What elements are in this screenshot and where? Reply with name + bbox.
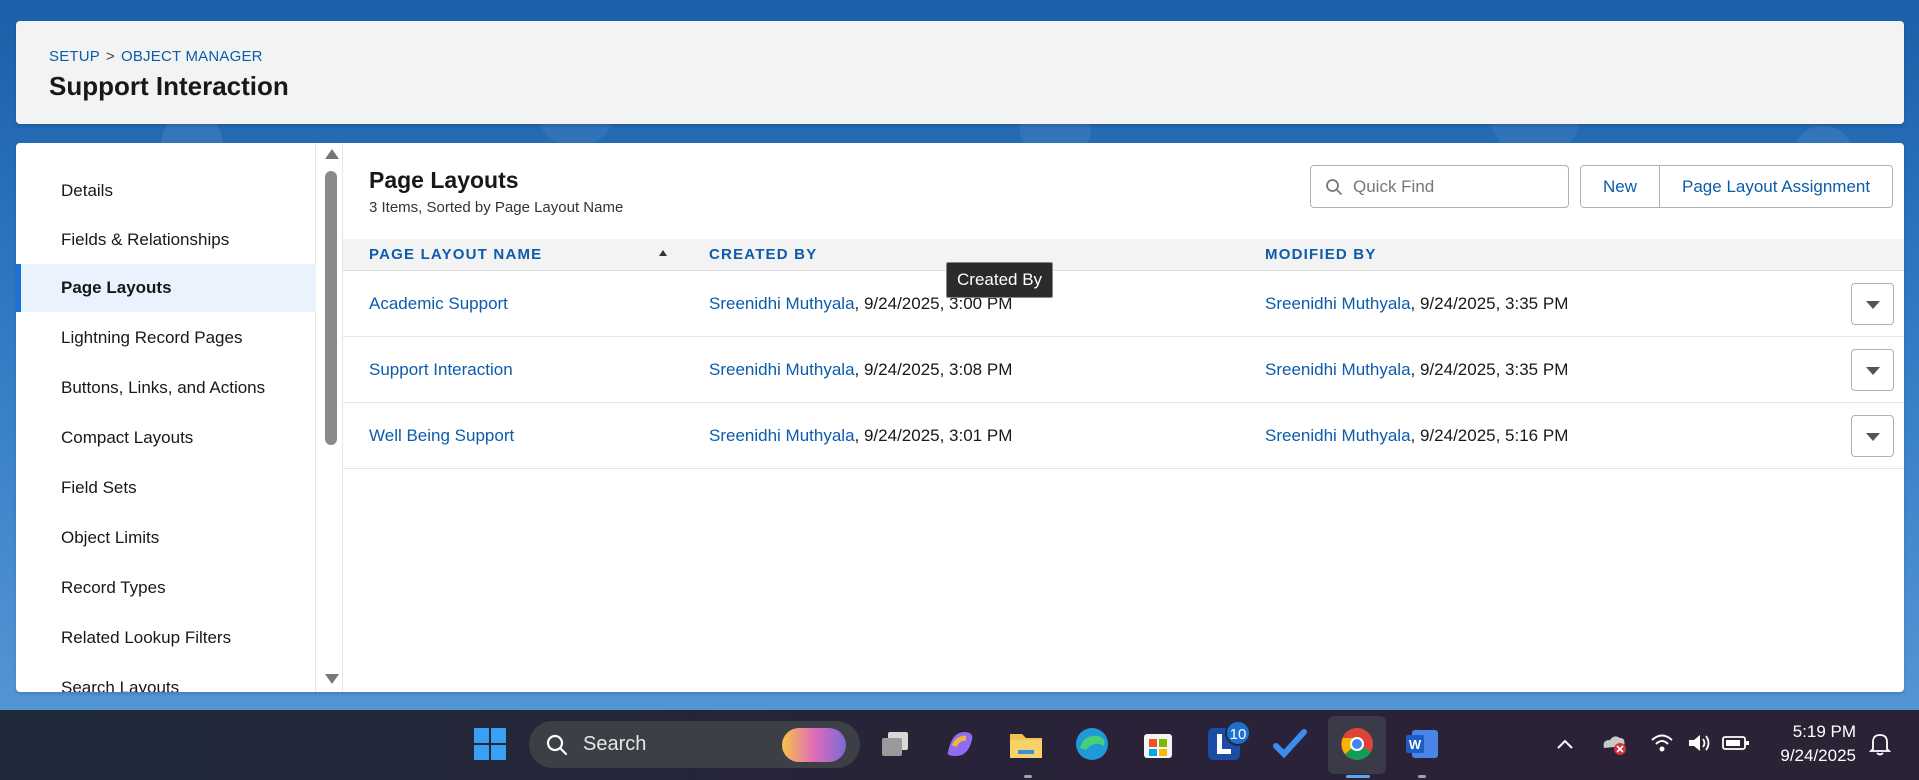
windows-start-icon[interactable]	[470, 724, 510, 764]
modified-by-cell: Sreenidhi Muthyala, 9/24/2025, 3:35 PM	[1265, 271, 1568, 337]
chevron-down-icon	[1866, 367, 1880, 375]
taskbar-search-label: Search	[583, 733, 647, 755]
row-actions-button[interactable]	[1851, 349, 1894, 391]
sidebar-item-details[interactable]: Details	[16, 167, 316, 215]
sidebar-item-fields-relationships[interactable]: Fields & Relationships	[16, 216, 316, 264]
layout-name-link[interactable]: Support Interaction	[369, 337, 513, 403]
sidebar-item-related-lookup-filters[interactable]: Related Lookup Filters	[16, 614, 316, 662]
modified-by-user-link[interactable]: Sreenidhi Muthyala	[1265, 426, 1411, 445]
explorer-running-indicator	[1024, 775, 1032, 778]
search-highlight-icon	[782, 728, 846, 762]
table-header: PAGE LAYOUT NAME CREATED BY MODIFIED BY	[343, 239, 1904, 271]
sidebar-item-object-limits[interactable]: Object Limits	[16, 514, 316, 562]
modified-date: , 9/24/2025, 3:35 PM	[1410, 294, 1569, 313]
modified-by-user-link[interactable]: Sreenidhi Muthyala	[1265, 360, 1411, 379]
created-by-user-link[interactable]: Sreenidhi Muthyala	[709, 360, 855, 379]
row-actions-button[interactable]	[1851, 415, 1894, 457]
created-by-user-link[interactable]: Sreenidhi Muthyala	[709, 426, 855, 445]
column-header-modified-by[interactable]: MODIFIED BY	[1265, 239, 1377, 271]
battery-icon[interactable]	[1722, 734, 1750, 752]
layout-name-link[interactable]: Academic Support	[369, 271, 508, 337]
sidebar-item-lightning-record-pages[interactable]: Lightning Record Pages	[16, 314, 316, 362]
notification-badge: 10	[1225, 720, 1251, 746]
microsoft-store-icon[interactable]	[1138, 724, 1178, 764]
column-header-created-by[interactable]: CREATED BY	[709, 239, 817, 271]
modified-by-user-link[interactable]: Sreenidhi Muthyala	[1265, 294, 1411, 313]
table-row: Support Interaction Sreenidhi Muthyala, …	[343, 337, 1904, 403]
sort-ascending-icon[interactable]	[659, 250, 667, 256]
created-by-user-link[interactable]: Sreenidhi Muthyala	[709, 294, 855, 313]
word-icon[interactable]: W	[1402, 724, 1442, 764]
volume-icon[interactable]	[1686, 732, 1712, 754]
clock-time: 5:19 PM	[1792, 722, 1856, 741]
sidebar-item-record-types[interactable]: Record Types	[16, 564, 316, 612]
breadcrumb-separator: >	[106, 48, 115, 65]
main-panel: Details Fields & Relationships Page Layo…	[16, 143, 1904, 692]
file-explorer-icon[interactable]	[1006, 724, 1046, 764]
header-button-group: New Page Layout Assignment	[1580, 165, 1894, 208]
page-title: Support Interaction	[49, 71, 289, 101]
content-title: Page Layouts	[369, 167, 519, 193]
row-actions-button[interactable]	[1851, 283, 1894, 325]
sidebar-item-field-sets[interactable]: Field Sets	[16, 464, 316, 512]
sidebar-scrollbar[interactable]	[320, 143, 342, 692]
breadcrumb: SETUP > OBJECT MANAGER	[49, 48, 263, 65]
todo-icon[interactable]	[1270, 724, 1310, 764]
copilot-icon[interactable]	[940, 724, 980, 764]
created-date: , 9/24/2025, 3:01 PM	[854, 426, 1013, 445]
sidebar-item-compact-layouts[interactable]: Compact Layouts	[16, 414, 316, 462]
modified-by-cell: Sreenidhi Muthyala, 9/24/2025, 3:35 PM	[1265, 337, 1568, 403]
modified-date: , 9/24/2025, 5:16 PM	[1410, 426, 1569, 445]
taskbar-search[interactable]: Search	[529, 721, 860, 768]
chevron-down-icon	[1866, 433, 1880, 441]
page-layouts-content: Page Layouts 3 Items, Sorted by Page Lay…	[342, 143, 1904, 692]
clock-date: 9/24/2025	[1780, 746, 1856, 765]
notification-bell-icon[interactable]	[1868, 731, 1892, 757]
breadcrumb-object-manager[interactable]: OBJECT MANAGER	[121, 48, 263, 65]
edge-icon[interactable]	[1072, 724, 1112, 764]
layout-name-link[interactable]: Well Being Support	[369, 403, 514, 469]
new-button[interactable]: New	[1581, 166, 1660, 207]
sidebar-nav: Details Fields & Relationships Page Layo…	[16, 143, 316, 692]
created-by-cell: Sreenidhi Muthyala, 9/24/2025, 3:01 PM	[709, 403, 1012, 469]
column-tooltip: Created By	[946, 262, 1054, 298]
modified-date: , 9/24/2025, 3:35 PM	[1410, 360, 1569, 379]
svg-text:W: W	[1409, 737, 1422, 752]
search-icon	[546, 734, 568, 755]
chrome-icon[interactable]	[1337, 724, 1377, 764]
scroll-down-icon[interactable]	[325, 674, 339, 684]
word-running-indicator	[1418, 775, 1426, 778]
system-clock[interactable]: 5:19 PM 9/24/2025	[1760, 720, 1856, 768]
chevron-down-icon	[1866, 301, 1880, 309]
table-row: Academic Support Sreenidhi Muthyala, 9/2…	[343, 271, 1904, 337]
onedrive-error-icon[interactable]	[1600, 732, 1628, 756]
sidebar-item-search-layouts[interactable]: Search Layouts	[16, 664, 316, 692]
column-header-page-layout-name[interactable]: PAGE LAYOUT NAME	[369, 239, 542, 271]
page-layout-assignment-button[interactable]: Page Layout Assignment	[1659, 166, 1893, 207]
task-view-icon[interactable]	[876, 724, 916, 764]
created-by-cell: Sreenidhi Muthyala, 9/24/2025, 3:08 PM	[709, 337, 1012, 403]
quick-find-field[interactable]	[1310, 165, 1569, 208]
chevron-up-icon[interactable]	[1555, 736, 1575, 752]
content-subtitle: 3 Items, Sorted by Page Layout Name	[369, 199, 624, 216]
scroll-up-icon[interactable]	[325, 149, 339, 159]
modified-by-cell: Sreenidhi Muthyala, 9/24/2025, 5:16 PM	[1265, 403, 1568, 469]
table-row: Well Being Support Sreenidhi Muthyala, 9…	[343, 403, 1904, 469]
scroll-thumb[interactable]	[325, 171, 337, 445]
windows-taskbar: Search 10 W 5:19 PM 9/24/2025	[0, 710, 1919, 780]
wifi-icon[interactable]	[1650, 732, 1674, 754]
created-date: , 9/24/2025, 3:08 PM	[854, 360, 1013, 379]
quick-find-input[interactable]	[1353, 176, 1553, 197]
sidebar-item-buttons-links-actions[interactable]: Buttons, Links, and Actions	[16, 364, 316, 412]
search-icon	[1326, 178, 1342, 195]
object-header: SETUP > OBJECT MANAGER Support Interacti…	[16, 21, 1904, 124]
sidebar-item-page-layouts[interactable]: Page Layouts	[16, 264, 316, 312]
breadcrumb-setup[interactable]: SETUP	[49, 48, 100, 65]
chrome-active-indicator	[1346, 775, 1370, 778]
